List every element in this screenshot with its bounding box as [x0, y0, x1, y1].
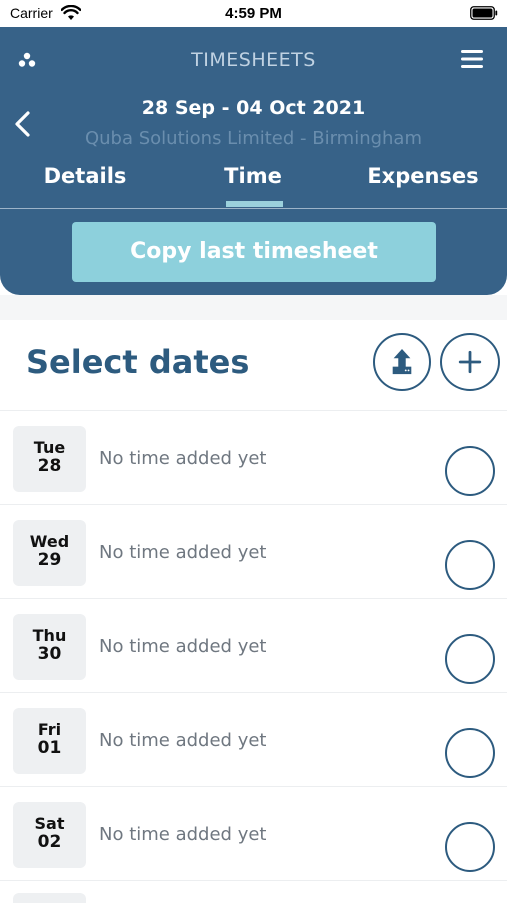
time-status: No time added yet	[99, 636, 267, 657]
list-item-partial	[0, 880, 507, 903]
list-item[interactable]: Tue 28 No time added yet	[0, 410, 507, 504]
select-day-checkbox[interactable]	[445, 822, 495, 872]
day-name: Fri	[37, 720, 62, 739]
day-badge: Wed 29	[13, 520, 86, 586]
day-name: Tue	[33, 438, 66, 457]
select-day-checkbox[interactable]	[445, 728, 495, 778]
day-name: Sat	[34, 814, 65, 833]
hamburger-menu-icon[interactable]	[461, 49, 483, 69]
day-badge: Fri 01	[13, 708, 86, 774]
time-status: No time added yet	[99, 824, 267, 845]
time-status: No time added yet	[99, 542, 267, 563]
section-separator	[0, 295, 507, 320]
select-day-checkbox[interactable]	[445, 634, 495, 684]
timesheet-date-range: 28 Sep - 04 Oct 2021	[141, 97, 366, 119]
list-item[interactable]: Wed 29 No time added yet	[0, 504, 507, 598]
add-button[interactable]	[440, 333, 500, 391]
day-number: 30	[37, 644, 62, 664]
page-title: TIMESHEETS	[191, 49, 316, 71]
plus-icon	[458, 350, 482, 374]
time-status: No time added yet	[99, 448, 267, 469]
tab-divider	[0, 208, 507, 209]
day-name: Thu	[32, 626, 67, 645]
day-number: 28	[37, 456, 62, 476]
company-name: Quba Solutions Limited - Birmingham	[84, 128, 423, 149]
upload-file-icon	[392, 348, 412, 375]
day-number: 29	[37, 550, 62, 570]
upload-button[interactable]	[373, 333, 431, 391]
day-badge: Thu 30	[13, 614, 86, 680]
copy-last-timesheet-button[interactable]: Copy last timesheet	[72, 222, 436, 282]
clock-time: 4:59 PM	[225, 5, 282, 22]
active-tab-indicator	[226, 201, 283, 207]
select-day-checkbox[interactable]	[445, 540, 495, 590]
select-day-checkbox[interactable]	[445, 446, 495, 496]
list-item[interactable]: Sat 02 No time added yet	[0, 786, 507, 880]
section-title: Select dates	[26, 343, 250, 381]
day-badge: Tue 28	[13, 426, 86, 492]
time-status: No time added yet	[99, 730, 267, 751]
list-item[interactable]: Thu 30 No time added yet	[0, 598, 507, 692]
day-number: 01	[37, 738, 62, 758]
day-badge: Sat 02	[13, 802, 86, 868]
timesheet-header: TIMESHEETS 28 Sep - 04 Oct 2021 Quba Sol…	[0, 27, 507, 295]
list-item[interactable]: Fri 01 No time added yet	[0, 692, 507, 786]
day-number: 02	[37, 832, 62, 852]
tab-details[interactable]: Details	[25, 164, 145, 188]
day-name: Wed	[29, 532, 70, 551]
battery-icon	[470, 6, 498, 20]
tab-expenses[interactable]: Expenses	[350, 164, 496, 188]
tab-time[interactable]: Time	[193, 164, 313, 188]
day-badge	[13, 893, 86, 903]
date-list: Tue 28 No time added yet Wed 29 No time …	[0, 410, 507, 903]
status-bar: Carrier 4:59 PM	[0, 0, 507, 27]
